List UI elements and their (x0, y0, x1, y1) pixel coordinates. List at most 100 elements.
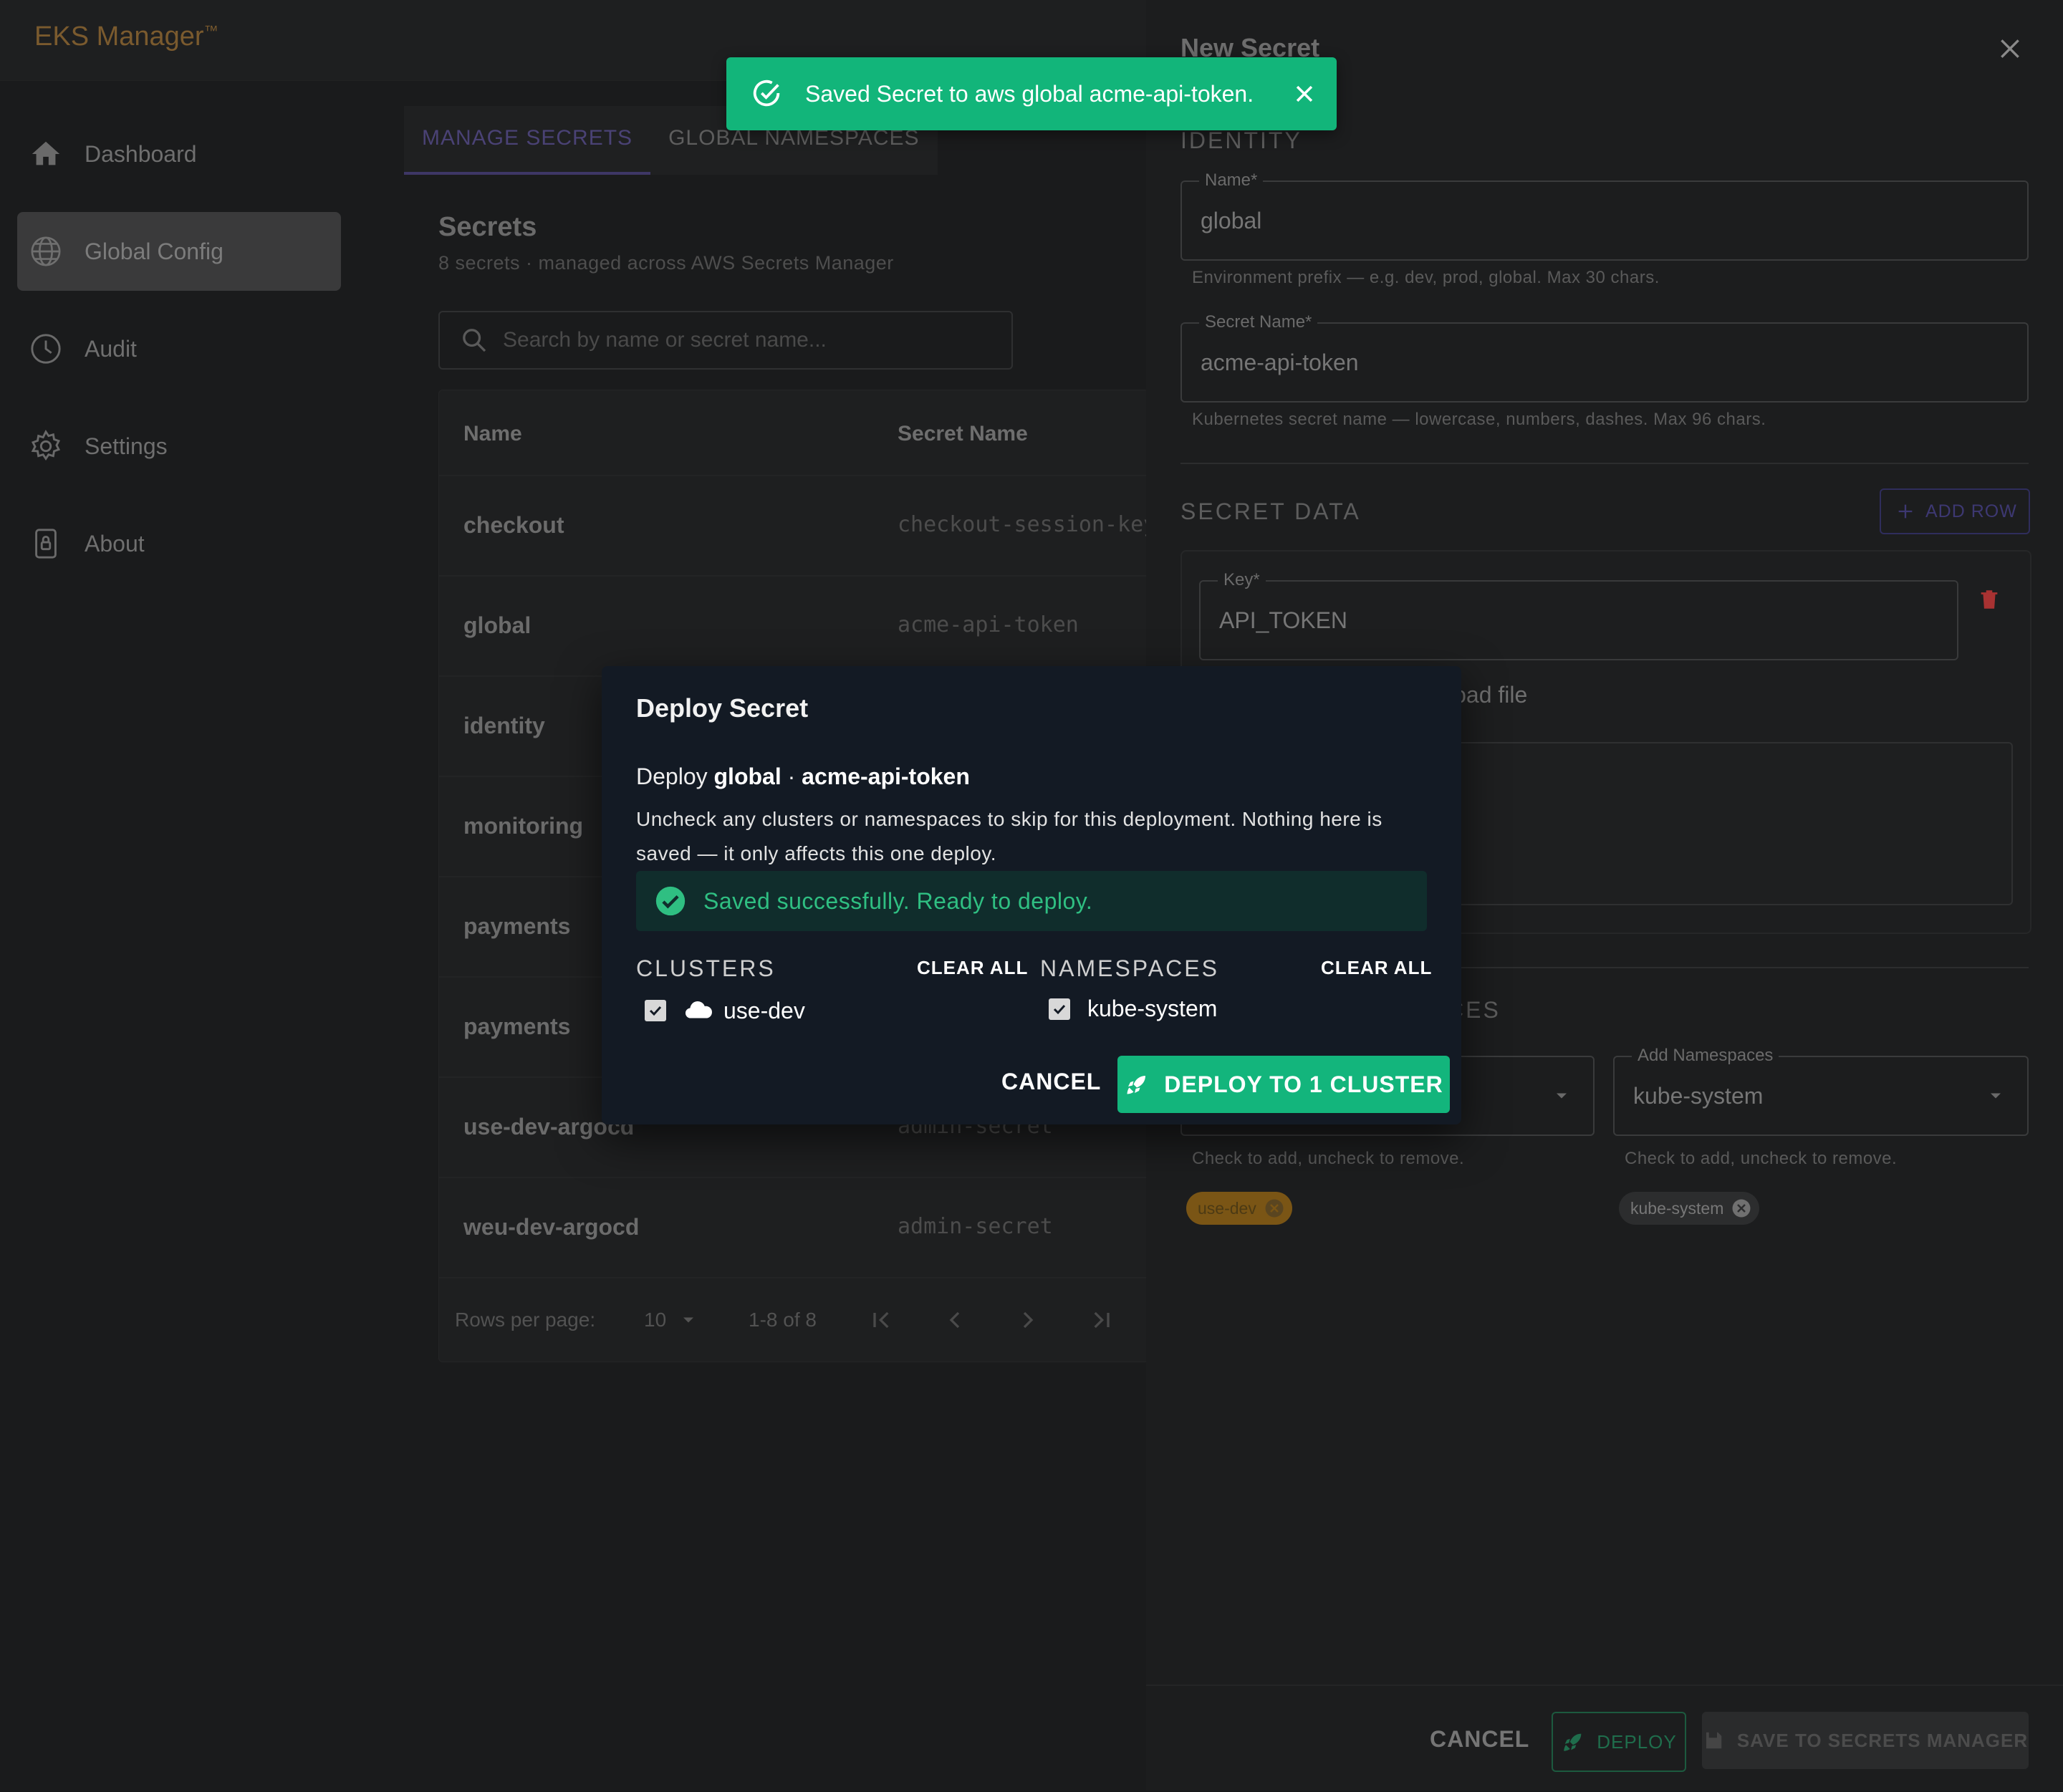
deploy-prefix: Deploy (636, 763, 708, 789)
sidebar-item-audit[interactable]: Audit (17, 309, 341, 388)
home-icon (29, 137, 63, 171)
rows-per-page-label: Rows per page: (455, 1309, 596, 1331)
namespace-checkbox-row[interactable]: kube-system (1049, 996, 1217, 1022)
identity-heading: IDENTITY (1180, 127, 1302, 153)
plus-icon (1898, 504, 1913, 519)
namespace-chip-label: kube-system (1630, 1198, 1724, 1218)
app-brand: EKS Manager™ (34, 21, 218, 52)
caret-down-icon (683, 1317, 693, 1323)
sidebar-item-label: Dashboard (85, 140, 197, 167)
page-subtitle: 8 secrets · managed across AWS Secrets M… (438, 252, 894, 274)
sidebar-item-settings[interactable]: Settings (17, 407, 341, 486)
secret-data-heading: SECRET DATA (1180, 498, 1361, 524)
alert-message: Saved successfully. Ready to deploy. (703, 887, 1093, 914)
close-icon[interactable] (1292, 82, 1317, 106)
drawer-deploy-button[interactable]: DEPLOY (1552, 1712, 1686, 1772)
column-header-name[interactable]: Name (463, 422, 522, 446)
name-field[interactable]: Name* global (1180, 170, 2029, 261)
first-page-icon[interactable] (867, 1306, 896, 1334)
secret-name-field-label: Secret Name* (1199, 312, 1318, 332)
deploy-secret-dialog: Deploy Secret Deploy global · acme-api-t… (602, 666, 1461, 1124)
cell-name: global (463, 612, 532, 638)
add-row-button[interactable]: ADD ROW (1880, 488, 2030, 534)
cluster-checkbox[interactable] (645, 1000, 666, 1021)
sidebar-item-global-config[interactable]: Global Config (17, 212, 341, 291)
rows-per-page-select[interactable]: 10 (644, 1309, 666, 1331)
rocket-icon (1127, 1076, 1146, 1094)
sidebar-item-label: About (85, 530, 145, 557)
cell-name: payments (463, 913, 571, 939)
secret-name-field[interactable]: Secret Name* acme-api-token (1180, 312, 2029, 403)
clusters-helper: Check to add, uncheck to remove. (1192, 1149, 1465, 1168)
next-page-icon[interactable] (1014, 1306, 1042, 1334)
page-title: Secrets (438, 212, 537, 242)
drawer-cancel-button[interactable]: CANCEL (1430, 1726, 1529, 1753)
column-header-secret-name[interactable]: Secret Name (898, 422, 1028, 446)
table-row[interactable]: checkout checkout-session-key (439, 475, 1148, 577)
cell-name: monitoring (463, 813, 584, 839)
check-circle-icon (753, 80, 780, 107)
success-alert: Saved successfully. Ready to deploy. (636, 871, 1427, 931)
cluster-checkbox-row[interactable]: use-dev (645, 996, 805, 1026)
cell-name: checkout (463, 512, 564, 538)
table-pagination: Rows per page: 10 1-8 of 8 (439, 1287, 1148, 1362)
deploy-secret: acme-api-token (802, 763, 970, 789)
secret-name-field-value: acme-api-token (1201, 350, 1359, 375)
dialog-deploy-target: Deploy global · acme-api-token (636, 763, 970, 790)
cloud-icon (685, 1001, 712, 1018)
checkmark-icon (649, 1006, 662, 1016)
namespaces-helper: Check to add, uncheck to remove. (1625, 1149, 1898, 1168)
tab-manage-secrets[interactable]: MANAGE SECRETS (404, 106, 651, 175)
save-to-secrets-manager-button[interactable]: SAVE TO SECRETS MANAGER (1702, 1712, 2029, 1769)
chip-remove-icon[interactable] (1264, 1198, 1285, 1219)
namespace-checkbox[interactable] (1049, 998, 1070, 1020)
dialog-cancel-button[interactable]: CANCEL (1001, 1069, 1101, 1095)
deploy-button-label: DEPLOY TO 1 CLUSTER (1164, 1071, 1443, 1097)
checkmark-icon (1053, 1004, 1066, 1014)
save-label: SAVE TO SECRETS MANAGER (1736, 1729, 2029, 1751)
globe-icon (29, 234, 63, 269)
name-field-value: global (1201, 208, 1262, 233)
pagination-range: 1-8 of 8 (749, 1309, 817, 1331)
key-field[interactable]: Key* API_TOKEN (1199, 570, 1958, 660)
secret-name-helper: Kubernetes secret name — lowercase, numb… (1192, 410, 1766, 429)
cluster-chip-label: use-dev (1198, 1198, 1256, 1218)
add-namespaces-label: Add Namespaces (1632, 1046, 1779, 1066)
add-row-label: ADD ROW (1925, 501, 2017, 521)
sidebar: Dashboard Global Config Audit Settings A… (0, 80, 358, 1791)
search-icon (463, 329, 486, 352)
cluster-chip[interactable]: use-dev (1186, 1192, 1292, 1225)
previous-page-icon[interactable] (941, 1306, 969, 1334)
caret-down-icon (1991, 1093, 2001, 1099)
sidebar-item-label: Settings (85, 433, 168, 459)
clear-all-namespaces-button[interactable]: CLEAR ALL (1321, 957, 1432, 979)
close-icon[interactable] (1996, 34, 2024, 63)
chip-remove-icon[interactable] (1731, 1198, 1752, 1219)
sidebar-item-about[interactable]: About (17, 504, 341, 583)
last-page-icon[interactable] (1087, 1306, 1115, 1334)
search-box[interactable] (438, 311, 1013, 370)
cell-secret-name: checkout-session-key (898, 512, 1149, 537)
clock-icon (29, 332, 63, 366)
key-field-value: API_TOKEN (1219, 607, 1348, 633)
namespace-item-label: kube-system (1087, 996, 1218, 1021)
namespace-chip[interactable]: kube-system (1619, 1192, 1760, 1225)
sidebar-item-label: Global Config (85, 238, 223, 264)
add-namespaces-select[interactable]: Add Namespaces kube-system (1613, 1046, 2029, 1136)
namespaces-heading: NAMESPACES (1040, 955, 1219, 981)
key-field-label: Key* (1218, 570, 1266, 590)
table-row[interactable]: weu-dev-argocd admin-secret (439, 1177, 1148, 1278)
cluster-item-label: use-dev (723, 997, 805, 1023)
trash-icon[interactable] (1977, 586, 2001, 613)
cell-name: payments (463, 1013, 571, 1039)
name-field-label: Name* (1199, 170, 1264, 191)
clear-all-clusters-button[interactable]: CLEAR ALL (917, 957, 1028, 979)
clusters-heading: CLUSTERS (636, 955, 776, 981)
dialog-title: Deploy Secret (636, 693, 809, 723)
table-row[interactable]: global acme-api-token (439, 575, 1148, 677)
name-helper: Environment prefix — e.g. dev, prod, glo… (1192, 268, 1660, 287)
search-input[interactable] (501, 327, 934, 353)
sidebar-item-label: Audit (85, 335, 137, 362)
sidebar-item-dashboard[interactable]: Dashboard (17, 115, 341, 193)
deploy-to-cluster-button[interactable]: DEPLOY TO 1 CLUSTER (1117, 1056, 1450, 1113)
